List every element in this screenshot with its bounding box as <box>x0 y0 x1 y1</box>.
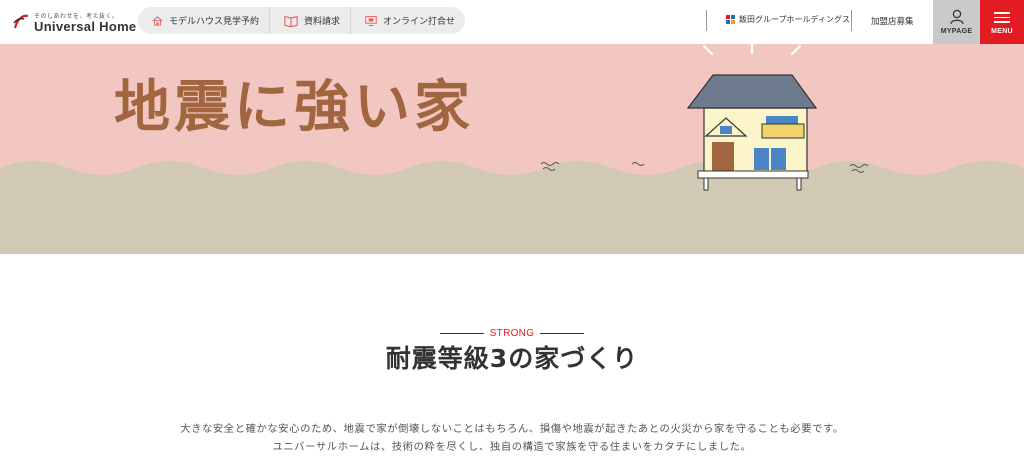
eyebrow-label: STRONG <box>489 328 535 339</box>
nav-model-house-reservation[interactable]: モデルハウス見学予約 <box>138 7 269 34</box>
eyebrow-line-right <box>540 333 585 334</box>
header-nav: モデルハウス見学予約 資料請求 オンライン打合せ <box>138 7 465 34</box>
divider <box>706 10 707 31</box>
hero-banner: 地震に強い家 <box>0 44 1024 254</box>
menu-label: MENU <box>991 27 1013 35</box>
mypage-button[interactable]: MYPAGE <box>933 0 980 44</box>
section-title: 耐震等級3の家づくり <box>385 344 639 373</box>
section-description: 大きな安全と確かな安心のため、地震で家が倒壊しないことはもちろん、損傷や地震が起… <box>0 420 1024 456</box>
nav-label: 資料請求 <box>303 17 340 27</box>
hero-title: 地震に強い家 <box>114 75 474 140</box>
nav-online-meeting[interactable]: オンライン打合せ <box>350 7 465 34</box>
hamburger-icon <box>994 9 1010 26</box>
house-icon <box>152 15 163 26</box>
logo-mark-icon <box>13 14 29 29</box>
book-icon <box>284 15 298 27</box>
group-logo-icon <box>726 15 735 24</box>
nav-brochure-request[interactable]: 資料請求 <box>269 7 350 34</box>
nav-label: オンライン打合せ <box>382 17 455 27</box>
nav-label: モデルハウス見学予約 <box>168 17 259 27</box>
mypage-label: MYPAGE <box>940 28 973 35</box>
section-eyebrow: STRONG <box>0 328 1024 339</box>
monitor-icon <box>365 15 377 26</box>
user-icon <box>949 9 964 25</box>
house-illustration <box>686 74 818 191</box>
eyebrow-line-left <box>439 333 484 334</box>
logo-name: Universal Home <box>34 19 137 34</box>
site-header: そのしあわせを、考え抜く。 Universal Home モデルハウス見学予約 … <box>0 0 1024 44</box>
group-holdings-label: 飯田グループホールディングス <box>739 15 850 24</box>
franchise-link[interactable]: 加盟店募集 <box>871 15 914 27</box>
divider <box>851 10 852 31</box>
menu-button[interactable]: MENU <box>980 0 1024 44</box>
description-line-1: 大きな安全と確かな安心のため、地震で家が倒壊しないことはもちろん、損傷や地震が起… <box>180 423 844 435</box>
group-holdings-link[interactable]: 飯田グループホールディングス <box>726 14 850 25</box>
universal-home-logo[interactable]: そのしあわせを、考え抜く。 Universal Home <box>12 9 136 35</box>
description-line-2: ユニバーサルホームは、技術の粋を尽くし、独自の構造で家族を守る住まいをカタチにし… <box>272 441 752 453</box>
